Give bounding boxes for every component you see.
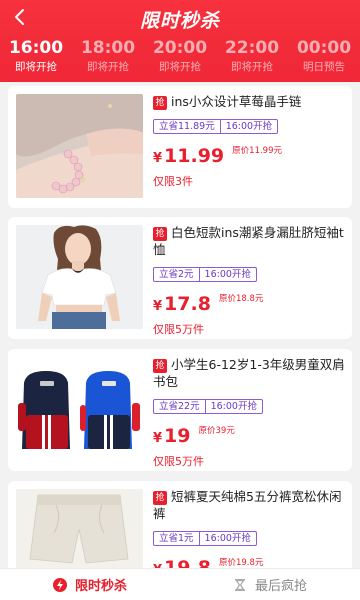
hourglass-icon bbox=[233, 578, 247, 592]
slot-time: 22:00 bbox=[224, 38, 280, 58]
header-bar: 限时秒杀 16:00 即将开抢 18:00 即将开抢 20:00 即将开抢 22… bbox=[0, 0, 360, 82]
save-amount: 立省22元 bbox=[159, 401, 200, 412]
product-image[interactable] bbox=[16, 357, 143, 461]
stock-limit: 仅限5万件 bbox=[153, 455, 204, 468]
slot-time: 20:00 bbox=[152, 38, 208, 58]
promo-tags: 立省22元 16:00开抢 bbox=[153, 399, 263, 414]
currency-symbol: ¥ bbox=[153, 299, 163, 314]
grab-badge: 抢 bbox=[153, 227, 167, 241]
time-slot-2000[interactable]: 20:00 即将开抢 bbox=[144, 38, 216, 78]
slot-status: 即将开抢 bbox=[231, 61, 273, 73]
product-title[interactable]: 抢 ins小众设计草莓晶手链 bbox=[153, 93, 345, 110]
slot-time: 16:00 bbox=[8, 38, 64, 58]
product-title[interactable]: 抢短裤夏天纯棉5五分裤宽松休闲裤 bbox=[153, 488, 345, 522]
start-time: 16:00开抢 bbox=[225, 121, 273, 132]
product-list[interactable]: 抢 ins小众设计草莓晶手链 立省11.89元 16:00开抢 ¥11.99 原价… bbox=[0, 82, 360, 568]
product-name: ins小众设计草莓晶手链 bbox=[171, 94, 302, 109]
grab-badge: 抢 bbox=[153, 491, 167, 505]
product-name: 短裤夏天纯棉5五分裤宽松休闲裤 bbox=[153, 489, 342, 521]
white-shorts-photo bbox=[16, 489, 143, 568]
tab-label: 限时秒杀 bbox=[74, 579, 127, 594]
save-amount: 立省11.89元 bbox=[159, 121, 215, 132]
time-slot-0000[interactable]: 00:00 明日预告 bbox=[288, 38, 360, 78]
price-value: 19.8 bbox=[164, 557, 211, 568]
product-title[interactable]: 抢白色短款ins潮紧身漏肚脐短袖t恤 bbox=[153, 224, 345, 258]
slot-status: 即将开抢 bbox=[159, 61, 201, 73]
time-slot-1800[interactable]: 18:00 即将开抢 bbox=[72, 38, 144, 78]
time-slot-1600[interactable]: 16:00 即将开抢 bbox=[0, 38, 72, 78]
sale-price: ¥11.99 bbox=[153, 145, 224, 170]
product-card[interactable]: 抢白色短款ins潮紧身漏肚脐短袖t恤 立省2元 16:00开抢 ¥17.8 原价… bbox=[8, 217, 352, 339]
original-price: 原价19.8元 bbox=[218, 558, 264, 568]
promo-tags: 立省11.89元 16:00开抢 bbox=[153, 119, 279, 134]
slot-status: 明日预告 bbox=[303, 61, 345, 73]
product-card[interactable]: 抢小学生6-12岁1-3年级男童双肩书包 立省22元 16:00开抢 ¥19 原… bbox=[8, 349, 352, 471]
price-row: ¥19 原价39元 bbox=[153, 424, 345, 450]
start-time: 16:00开抢 bbox=[210, 401, 257, 412]
page-title: 限时秒杀 bbox=[139, 10, 220, 32]
price-row: ¥17.8 原价18.8元 bbox=[153, 292, 345, 318]
bracelet-photo bbox=[16, 94, 143, 198]
promo-tags: 立省2元 16:00开抢 bbox=[153, 267, 257, 282]
product-card[interactable]: 抢短裤夏天纯棉5五分裤宽松休闲裤 立省1元 16:00开抢 ¥19.8 原价19… bbox=[8, 481, 352, 568]
original-price: 原价11.99元 bbox=[232, 146, 282, 156]
slot-time: 18:00 bbox=[80, 38, 136, 58]
slot-time: 00:00 bbox=[296, 38, 352, 58]
lightning-icon bbox=[52, 577, 67, 592]
tab-last-chance[interactable]: 最后疯抢 bbox=[180, 569, 360, 600]
price-row: ¥11.99 原价11.99元 bbox=[153, 144, 345, 170]
start-time: 16:00开抢 bbox=[204, 269, 251, 280]
school-backpack-photo bbox=[16, 357, 143, 461]
price-row: ¥19.8 原价19.8元 bbox=[153, 556, 345, 568]
product-title[interactable]: 抢小学生6-12岁1-3年级男童双肩书包 bbox=[153, 356, 345, 390]
original-price: 原价39元 bbox=[198, 426, 235, 436]
bottom-tab-bar: 限时秒杀 最后疯抢 bbox=[0, 568, 360, 600]
stock-limit: 仅限5万件 bbox=[153, 323, 204, 336]
save-amount: 立省1元 bbox=[159, 533, 194, 544]
tab-flash-sale[interactable]: 限时秒杀 bbox=[0, 569, 180, 600]
product-image[interactable] bbox=[16, 225, 143, 329]
product-card[interactable]: 抢 ins小众设计草莓晶手链 立省11.89元 16:00开抢 ¥11.99 原价… bbox=[8, 86, 352, 208]
time-slot-bar: 16:00 即将开抢 18:00 即将开抢 20:00 即将开抢 22:00 即… bbox=[0, 38, 360, 78]
slot-status: 即将开抢 bbox=[87, 61, 129, 73]
slot-status: 即将开抢 bbox=[15, 61, 57, 73]
product-name: 小学生6-12岁1-3年级男童双肩书包 bbox=[153, 357, 345, 389]
sale-price: ¥19 bbox=[153, 425, 191, 450]
original-price: 原价18.8元 bbox=[218, 294, 264, 304]
stock-limit: 仅限3件 bbox=[153, 175, 193, 188]
sale-price: ¥17.8 bbox=[153, 293, 211, 318]
time-slot-2200[interactable]: 22:00 即将开抢 bbox=[216, 38, 288, 78]
product-image[interactable] bbox=[16, 94, 143, 198]
currency-symbol: ¥ bbox=[153, 431, 163, 446]
white-tshirt-photo bbox=[16, 225, 143, 329]
start-time: 16:00开抢 bbox=[204, 533, 251, 544]
price-value: 17.8 bbox=[164, 293, 211, 315]
save-amount: 立省2元 bbox=[159, 269, 194, 280]
sale-price: ¥19.8 bbox=[153, 557, 211, 568]
product-image[interactable] bbox=[16, 489, 143, 568]
grab-badge: 抢 bbox=[153, 96, 167, 110]
price-value: 11.99 bbox=[164, 145, 225, 167]
product-name: 白色短款ins潮紧身漏肚脐短袖t恤 bbox=[153, 225, 344, 257]
tab-label: 最后疯抢 bbox=[254, 579, 307, 594]
promo-tags: 立省1元 16:00开抢 bbox=[153, 531, 257, 546]
currency-symbol: ¥ bbox=[153, 151, 163, 166]
price-value: 19 bbox=[164, 425, 191, 447]
grab-badge: 抢 bbox=[153, 359, 167, 373]
